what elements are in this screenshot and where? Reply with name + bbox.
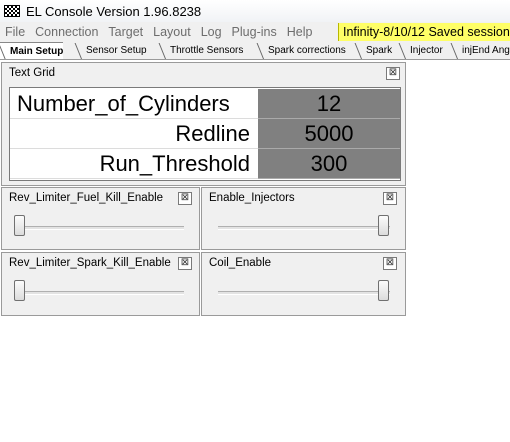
- tab-strip: Main Setup Sensor Setup Throttle Sensors…: [0, 41, 510, 60]
- slider-track[interactable]: [218, 291, 390, 295]
- menu-layout[interactable]: Layout: [148, 25, 196, 39]
- close-icon[interactable]: ⊠: [383, 257, 397, 270]
- grid-value[interactable]: 12: [258, 89, 400, 119]
- grid-label: Number_of_Cylinders: [10, 89, 258, 119]
- menu-plugins[interactable]: Plug-ins: [227, 25, 282, 39]
- tab-main-setup[interactable]: Main Setup: [0, 42, 64, 59]
- tab-throttle-sensors[interactable]: Throttle Sensors: [160, 42, 243, 59]
- close-icon[interactable]: ⊠: [383, 192, 397, 205]
- menu-target[interactable]: Target: [103, 25, 148, 39]
- close-icon[interactable]: ⊠: [178, 192, 192, 205]
- session-status: Infinity-8/10/12 Saved session: E: [338, 23, 510, 41]
- panel-title: Text Grid: [9, 67, 56, 79]
- grid-value[interactable]: 300: [258, 149, 400, 179]
- window-title: EL Console Version 1.96.8238: [26, 3, 202, 19]
- slider-panel-enable-injectors: Enable_Injectors ⊠: [201, 187, 406, 250]
- tab-injector[interactable]: Injector: [400, 42, 443, 59]
- slider-track[interactable]: [14, 291, 184, 295]
- panel-title: Rev_Limiter_Spark_Kill_Enable: [9, 257, 171, 269]
- title-bar: EL Console Version 1.96.8238: [0, 0, 510, 22]
- slider-panel-rev-limiter-fuel: Rev_Limiter_Fuel_Kill_Enable ⊠: [1, 187, 200, 250]
- panel-title: Enable_Injectors: [209, 192, 295, 204]
- text-grid-panel: Text Grid ⊠ Number_of_Cylinders 12 Redli…: [1, 62, 406, 186]
- slider-track[interactable]: [14, 226, 184, 230]
- close-icon[interactable]: ⊠: [386, 67, 400, 80]
- slider-thumb[interactable]: [14, 280, 25, 301]
- grid-label: Run_Threshold: [10, 149, 258, 179]
- tab-injend-angle[interactable]: injEnd Ang: [452, 42, 510, 59]
- slider-track[interactable]: [218, 226, 390, 230]
- panel-title: Coil_Enable: [209, 257, 272, 269]
- tab-spark[interactable]: Spark: [356, 42, 392, 59]
- close-icon[interactable]: ⊠: [178, 257, 192, 270]
- slider-thumb[interactable]: [378, 215, 389, 236]
- slider-panel-coil-enable: Coil_Enable ⊠: [201, 252, 406, 316]
- grid-label: Redline: [10, 119, 258, 149]
- panel-header: Text Grid ⊠: [2, 63, 405, 83]
- tab-spark-corrections[interactable]: Spark corrections: [258, 42, 346, 59]
- grid-value[interactable]: 5000: [258, 119, 400, 149]
- text-grid: Number_of_Cylinders 12 Redline 5000 Run_…: [9, 87, 401, 181]
- slider-thumb[interactable]: [14, 215, 25, 236]
- menu-log[interactable]: Log: [196, 25, 227, 39]
- menu-file[interactable]: File: [0, 25, 30, 39]
- menu-bar: File Connection Target Layout Log Plug-i…: [0, 22, 510, 41]
- grid-row: Number_of_Cylinders 12: [10, 89, 400, 119]
- menu-connection[interactable]: Connection: [30, 25, 103, 39]
- grid-row: Redline 5000: [10, 119, 400, 149]
- slider-thumb[interactable]: [378, 280, 389, 301]
- slider-panel-rev-limiter-spark: Rev_Limiter_Spark_Kill_Enable ⊠: [1, 252, 200, 316]
- panel-title: Rev_Limiter_Fuel_Kill_Enable: [9, 192, 164, 204]
- grid-row: Run_Threshold 300: [10, 149, 400, 179]
- menu-help[interactable]: Help: [282, 25, 318, 39]
- checkered-flag-icon: [4, 5, 20, 17]
- tab-sensor-setup[interactable]: Sensor Setup: [76, 42, 147, 59]
